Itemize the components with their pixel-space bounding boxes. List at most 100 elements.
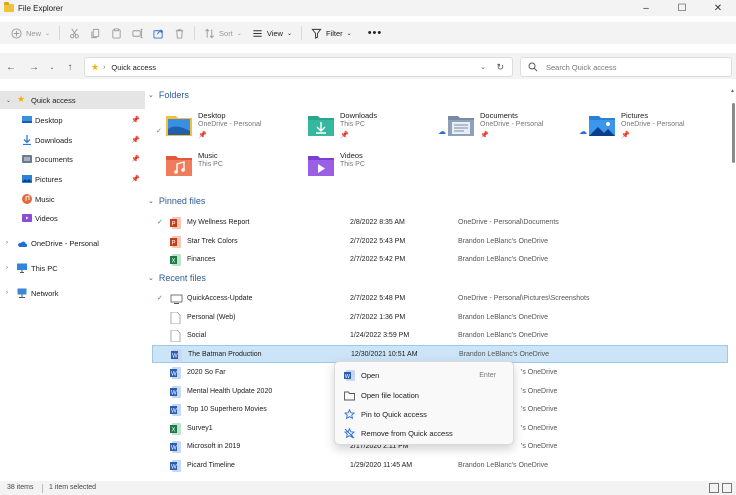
file-name: QuickAccess-Update xyxy=(187,295,253,302)
menu-item-label: Open xyxy=(361,370,380,380)
table-row[interactable]: Social 1/24/2022 3:59 PM Brandon LeBlanc… xyxy=(152,327,728,345)
close-button[interactable]: ✕ xyxy=(700,0,736,16)
minimize-button[interactable]: – xyxy=(628,0,664,16)
tiles-view-button[interactable] xyxy=(722,483,732,493)
sidebar-item-quick-access[interactable]: ⌄ ★ Quick access xyxy=(0,91,145,109)
context-menu-item-pin-to-quick-access[interactable]: Pin to Quick access xyxy=(339,405,510,423)
sidebar-item-onedrive[interactable]: › OneDrive - Personal xyxy=(0,234,145,252)
folder-tile-videos[interactable]: Videos This PC xyxy=(298,151,438,189)
filter-icon xyxy=(311,28,322,39)
file-date: 2/7/2022 5:42 PM xyxy=(350,256,406,263)
pinned-files-section-header[interactable]: ⌄ Pinned files xyxy=(148,196,205,206)
folder-tile-pictures[interactable]: ☁ Pictures OneDrive - Personal 📌 xyxy=(579,111,719,149)
excel-file-icon: X xyxy=(170,254,181,266)
table-row[interactable]: Personal (Web) 2/7/2022 1:36 PM Brandon … xyxy=(152,309,728,327)
sidebar-item-label: OneDrive - Personal xyxy=(31,238,99,248)
videos-icon xyxy=(22,214,32,222)
menu-item-shortcut: Enter xyxy=(479,371,496,379)
more-options-button[interactable]: ••• xyxy=(363,23,388,43)
file-location: 's OneDrive xyxy=(521,443,558,450)
file-name: Finances xyxy=(187,256,216,263)
sort-button[interactable]: Sort ⌄ xyxy=(199,23,247,43)
forward-button[interactable]: → xyxy=(27,61,41,73)
svg-text:W: W xyxy=(171,465,177,471)
search-input[interactable] xyxy=(546,62,726,72)
file-location: Brandon LeBlanc's OneDrive xyxy=(459,351,550,358)
cut-button[interactable] xyxy=(64,23,85,43)
search-box[interactable] xyxy=(520,57,732,77)
menu-item-label: Remove from Quick access xyxy=(361,428,453,438)
chevron-right-icon[interactable]: › xyxy=(6,265,8,271)
selection-count: 1 item selected xyxy=(49,484,97,491)
title-bar: File Explorer – ☐ ✕ xyxy=(0,0,736,16)
share-button[interactable] xyxy=(148,23,169,43)
download-icon xyxy=(23,135,31,145)
search-icon xyxy=(528,62,538,72)
chevron-right-icon[interactable]: › xyxy=(6,290,8,296)
refresh-button[interactable]: ↻ xyxy=(496,62,504,73)
file-location: 's OneDrive xyxy=(521,425,558,432)
cloud-status-icon: ☁ xyxy=(438,127,446,136)
chevron-down-icon[interactable]: ⌄ xyxy=(6,97,11,104)
sidebar-item-music[interactable]: Music xyxy=(0,190,145,208)
context-menu-item-open-file-location[interactable]: Open file location xyxy=(339,386,510,404)
paste-button[interactable] xyxy=(106,23,127,43)
delete-button[interactable] xyxy=(169,23,190,43)
folder-location: OneDrive - Personal xyxy=(198,121,262,128)
recent-locations-button[interactable]: ⌄ xyxy=(45,61,59,73)
sidebar-item-downloads[interactable]: Downloads 📌 xyxy=(0,131,145,149)
context-menu-item-open[interactable]: W Open Enter xyxy=(339,366,510,384)
maximize-button[interactable]: ☐ xyxy=(664,0,700,16)
folder-tile-music[interactable]: Music This PC xyxy=(156,151,296,189)
word-file-icon: W xyxy=(170,460,181,472)
address-dropdown-button[interactable]: ⌄ xyxy=(480,63,486,71)
table-row[interactable]: P Star Trek Colors 2/7/2022 5:43 PM Bran… xyxy=(152,233,728,251)
folder-tile-desktop[interactable]: ✓ Desktop OneDrive - Personal 📌 xyxy=(156,111,296,149)
scroll-up-arrow-icon[interactable]: ▲ xyxy=(730,88,735,94)
table-row[interactable]: W Picard Timeline 1/29/2020 11:45 AM Bra… xyxy=(152,457,728,475)
view-button[interactable]: View ⌄ xyxy=(247,23,297,43)
vertical-scrollbar[interactable]: ▲ xyxy=(730,88,736,480)
sidebar-item-label: Quick access xyxy=(31,95,76,105)
sidebar-item-network[interactable]: › Network xyxy=(0,284,145,302)
new-label: New xyxy=(26,28,42,38)
chevron-right-icon[interactable]: › xyxy=(6,240,8,246)
svg-text:W: W xyxy=(345,374,351,380)
sidebar-item-videos[interactable]: Videos xyxy=(0,209,145,227)
copy-button[interactable] xyxy=(85,23,106,43)
file-name: 2020 So Far xyxy=(187,369,226,376)
table-row[interactable]: X Finances 2/7/2022 5:42 PM Brandon LeBl… xyxy=(152,251,728,269)
up-button[interactable]: ↑ xyxy=(63,61,77,73)
table-row[interactable]: ✓ QuickAccess-Update 2/7/2022 5:48 PM On… xyxy=(152,290,728,308)
folder-name: Desktop xyxy=(198,111,226,120)
window-controls: – ☐ ✕ xyxy=(628,0,736,16)
sidebar-item-label: Videos xyxy=(35,213,58,223)
file-name: The Batman Production xyxy=(188,351,262,358)
recent-files-section-header[interactable]: ⌄ Recent files xyxy=(148,273,206,283)
context-menu-item-remove-from-quick-access[interactable]: Remove from Quick access xyxy=(339,424,510,442)
table-row[interactable]: ✓ P My Wellness Report 2/8/2022 8:35 AM … xyxy=(152,214,728,232)
pictures-icon xyxy=(22,175,32,183)
rename-button[interactable] xyxy=(127,23,148,43)
cut-icon xyxy=(70,28,79,38)
powerpoint-file-icon: P xyxy=(170,217,181,229)
filter-button[interactable]: Filter ⌄ xyxy=(306,23,357,43)
sidebar-item-documents[interactable]: Documents 📌 xyxy=(0,150,145,168)
scroll-thumb[interactable] xyxy=(732,103,735,163)
back-button[interactable]: ← xyxy=(4,61,18,73)
new-icon xyxy=(11,27,22,39)
chevron-down-icon: ⌄ xyxy=(45,30,51,37)
folder-tile-downloads[interactable]: Downloads This PC 📌 xyxy=(298,111,438,149)
folders-section-header[interactable]: ⌄ Folders xyxy=(148,90,189,100)
file-date: 2/7/2022 5:48 PM xyxy=(350,295,406,302)
address-bar[interactable]: ★ › Quick access ⌄ ↻ xyxy=(84,57,513,77)
folder-tile-documents[interactable]: ☁ Documents OneDrive - Personal 📌 xyxy=(438,111,578,149)
sidebar-item-pictures[interactable]: Pictures 📌 xyxy=(0,170,145,188)
sidebar-item-this-pc[interactable]: › This PC xyxy=(0,259,145,277)
new-button[interactable]: New ⌄ xyxy=(6,23,55,43)
sidebar-item-desktop[interactable]: Desktop 📌 xyxy=(0,111,145,129)
pin-icon: 📌 xyxy=(131,117,140,124)
sidebar-item-label: Music xyxy=(35,194,55,204)
pin-icon: 📌 xyxy=(131,137,140,144)
details-view-button[interactable] xyxy=(709,483,719,493)
